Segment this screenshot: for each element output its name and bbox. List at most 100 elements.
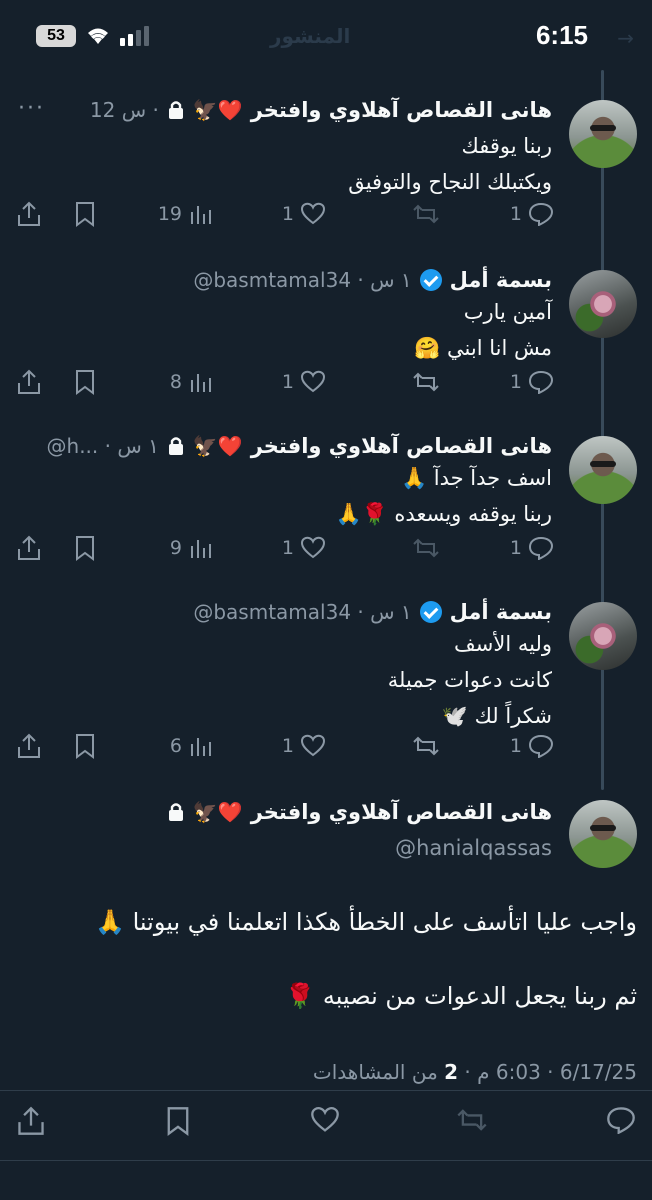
repost-icon[interactable] — [456, 1106, 488, 1134]
main-action-bar — [0, 1106, 652, 1146]
main-avatar[interactable] — [569, 800, 637, 868]
battery-icon: 53 — [36, 25, 76, 47]
tweet-time: 6:03 م — [477, 1060, 541, 1084]
author-name[interactable]: هانى القصاص آهلاوي وافتخر — [251, 434, 552, 458]
lock-icon — [168, 803, 183, 821]
wifi-icon — [88, 28, 108, 44]
author-name[interactable]: بسمة أمل — [450, 268, 552, 292]
tweet-text-line: ويكتبلك النجاح والتوفيق — [348, 170, 552, 194]
views-count: 6 — [169, 735, 182, 757]
bookmark-button[interactable] — [74, 364, 96, 400]
repost-button[interactable] — [412, 728, 440, 764]
reply-icon — [528, 202, 554, 226]
repost-icon — [413, 372, 439, 392]
heart-icon — [300, 734, 326, 757]
share-icon — [18, 201, 40, 226]
tweet-text-line: وليه الأسف — [454, 632, 552, 656]
reply-count: 1 — [509, 735, 522, 757]
avatar[interactable] — [569, 436, 637, 504]
reply-icon — [528, 536, 554, 560]
tweet-text-line: ربنا يوقفك — [461, 134, 552, 158]
bookmark-button[interactable] — [74, 530, 96, 566]
main-author-row: هانى القصاص آهلاوي وافتخر 🦅❤️ — [167, 800, 552, 824]
reply-count: 1 — [509, 203, 522, 225]
share-icon[interactable] — [16, 1106, 46, 1136]
heart-icon — [300, 202, 326, 225]
reply-button[interactable]: 1 — [510, 728, 554, 764]
like-button[interactable]: 1 — [282, 728, 326, 764]
clock: 6:15 — [535, 20, 588, 50]
tweet-meta: @h... · ١ س — [46, 434, 159, 458]
tweet-meta: 12 س · — [89, 98, 159, 122]
tweet-text-line: مش انا ابني 🤗 — [414, 336, 552, 360]
divider — [0, 1160, 652, 1161]
avatar[interactable] — [569, 602, 637, 670]
profile-badges: 🦅❤️ — [192, 434, 243, 458]
page-title: المنشور — [270, 24, 351, 48]
views-icon — [191, 738, 211, 756]
views-icon — [191, 540, 211, 558]
share-icon — [18, 535, 40, 560]
views-count[interactable]: 2 — [444, 1060, 458, 1084]
tweet-text-line: آمين يارب — [463, 300, 552, 324]
repost-button[interactable] — [412, 196, 440, 232]
main-tweet-text: واجب عليا اتأسف على الخطأ هكذا اتعلمنا ف… — [95, 908, 637, 936]
verified-badge-icon — [419, 269, 442, 291]
lock-icon — [168, 101, 183, 119]
share-button[interactable] — [16, 530, 42, 566]
tweet-date: 6/17/25 — [559, 1060, 637, 1084]
like-button[interactable]: 1 — [282, 530, 326, 566]
battery-level: 53 — [47, 27, 65, 44]
tweet-thread-page: 53 المنشور → 6:15 هانى القصاص آهلاوي واف… — [0, 0, 652, 1200]
repost-icon — [413, 736, 439, 756]
bookmark-button[interactable] — [74, 728, 96, 764]
bookmark-icon — [76, 734, 94, 759]
back-arrow-icon[interactable]: → — [617, 26, 634, 50]
like-button[interactable]: 1 — [282, 196, 326, 232]
like-count: 1 — [281, 371, 294, 393]
tweet-text-line: اسف جدآ جدآ 🙏 — [400, 466, 552, 490]
like-count: 1 — [281, 537, 294, 559]
main-author-name[interactable]: هانى القصاص آهلاوي وافتخر — [251, 800, 552, 824]
reply-button[interactable]: 1 — [510, 364, 554, 400]
bookmark-button[interactable] — [74, 196, 96, 232]
views-icon — [191, 374, 211, 392]
avatar[interactable] — [569, 100, 637, 168]
bookmark-icon — [76, 536, 94, 561]
profile-badges: 🦅❤️ — [192, 800, 243, 824]
repost-button[interactable] — [412, 364, 440, 400]
repost-button[interactable] — [412, 530, 440, 566]
reply-button[interactable]: 1 — [510, 530, 554, 566]
avatar[interactable] — [569, 270, 637, 338]
verified-badge-icon — [419, 601, 442, 623]
views-button[interactable]: 6 — [170, 728, 212, 764]
views-button[interactable]: 8 — [170, 364, 212, 400]
reply-button[interactable]: 1 — [510, 196, 554, 232]
views-count: 9 — [169, 537, 182, 559]
thread-line — [601, 70, 604, 790]
views-button[interactable]: 9 — [170, 530, 212, 566]
views-button[interactable]: 19 — [158, 196, 212, 232]
author-name[interactable]: هانى القصاص آهلاوي وافتخر — [251, 98, 552, 122]
status-bar: 53 المنشور → 6:15 — [0, 0, 652, 72]
bookmark-icon — [76, 202, 94, 227]
author-name[interactable]: بسمة أمل — [450, 600, 552, 624]
bookmark-icon[interactable] — [164, 1106, 192, 1136]
reply-icon[interactable] — [606, 1106, 636, 1134]
like-count: 1 — [281, 735, 294, 757]
views-count: 19 — [157, 203, 182, 225]
views-label: من المشاهدات — [312, 1060, 438, 1084]
lock-icon — [168, 437, 183, 455]
repost-icon — [413, 204, 439, 224]
more-options-icon[interactable]: ··· — [18, 96, 45, 121]
heart-icon[interactable] — [310, 1106, 340, 1134]
like-button[interactable]: 1 — [282, 364, 326, 400]
share-button[interactable] — [16, 728, 42, 764]
reply-count: 1 — [509, 537, 522, 559]
share-button[interactable] — [16, 364, 42, 400]
share-button[interactable] — [16, 196, 42, 232]
reply-icon — [528, 734, 554, 758]
main-author-handle[interactable]: @hanialqassas — [395, 836, 552, 860]
profile-badges: 🦅❤️ — [192, 98, 243, 122]
repost-icon — [413, 538, 439, 558]
